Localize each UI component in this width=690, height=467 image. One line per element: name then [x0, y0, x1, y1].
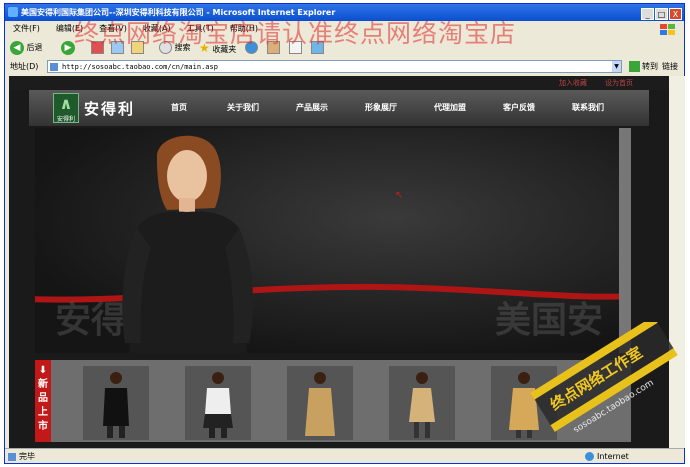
new-label-char-1: 新	[38, 379, 48, 390]
status-bar: 完毕 Internet	[5, 448, 684, 465]
hero-banner: 安得利集团 美国安 ↖	[35, 128, 631, 353]
brand-name: 安得利	[84, 100, 136, 118]
product-thumb[interactable]	[287, 366, 353, 440]
back-arrow-icon: ◀	[10, 40, 24, 55]
address-input[interactable]: http://sosoabc.taobao.com/cn/main.asp	[47, 60, 622, 73]
set-homepage-link[interactable]: 设为首页	[605, 78, 633, 88]
logo-mark-icon: ∧	[59, 94, 73, 113]
new-label-char-2: 品	[38, 393, 48, 404]
product-model-image	[203, 372, 233, 438]
product-thumb[interactable]	[389, 366, 455, 440]
address-label: 地址(D)	[10, 62, 39, 71]
forward-button[interactable]: ▶	[61, 40, 75, 56]
site-logo[interactable]: ∧ 安得利	[53, 93, 79, 123]
banner-side-strip	[619, 128, 631, 353]
windows-logo-icon	[660, 24, 675, 35]
back-button[interactable]: ◀ 后退	[10, 40, 43, 56]
zone-label: Internet	[597, 452, 629, 461]
new-arrivals-label: ⬇ 新 品 上 市	[35, 360, 51, 442]
site-top-strip: 加入收藏 设为首页	[9, 76, 669, 90]
go-label: 转到	[642, 62, 658, 71]
studio-stamp: 终点网络工作室 sosoabc.taobao.com	[530, 322, 678, 432]
status-text: 完毕	[19, 452, 35, 461]
page-done-icon	[8, 453, 16, 461]
ie-icon	[8, 7, 18, 17]
go-arrow-icon	[629, 61, 640, 72]
nav-showroom[interactable]: 形象展厅	[365, 102, 397, 113]
forward-arrow-icon: ▶	[61, 40, 75, 55]
product-thumb[interactable]	[83, 366, 149, 440]
product-model-image	[103, 372, 129, 438]
site-header: ∧ 安得利 安得利 首页 关于我们 产品展示 形象展厅 代理加盟 客户反馈 联系…	[29, 90, 649, 126]
page-icon	[50, 63, 58, 71]
maximize-button[interactable]: □	[655, 8, 668, 20]
nav-feedback[interactable]: 客户反馈	[503, 102, 535, 113]
address-url: http://sosoabc.taobao.com/cn/main.asp	[62, 63, 218, 71]
menu-file[interactable]: 文件(F)	[13, 24, 40, 33]
globe-icon	[585, 452, 594, 461]
logo-text: 安得利	[56, 116, 75, 123]
nav-home[interactable]: 首页	[171, 102, 187, 113]
close-button[interactable]: X	[669, 8, 682, 20]
nav-products[interactable]: 产品展示	[296, 102, 328, 113]
model-photo	[122, 135, 254, 353]
address-bar: 地址(D) http://sosoabc.taobao.com/cn/main.…	[5, 59, 684, 75]
overlay-watermark: 终点网络淘宝店请认准终点网络淘宝店	[74, 19, 517, 48]
back-label: 后退	[26, 43, 43, 52]
down-arrow-icon: ⬇	[38, 365, 48, 376]
links-button[interactable]: 链接	[662, 59, 678, 75]
minimize-button[interactable]: _	[641, 8, 654, 20]
nav-franchise[interactable]: 代理加盟	[434, 102, 466, 113]
nav-about[interactable]: 关于我们	[227, 102, 259, 113]
address-dropdown-icon[interactable]: ▼	[612, 61, 621, 72]
nav-contact[interactable]: 联系我们	[572, 102, 604, 113]
product-model-image	[305, 372, 335, 436]
new-label-char-3: 上	[38, 407, 48, 418]
security-zone: Internet	[585, 449, 629, 465]
product-model-image	[409, 372, 435, 438]
cursor-mark-icon: ↖	[395, 190, 404, 201]
go-button[interactable]: 转到	[629, 59, 658, 75]
product-thumb[interactable]	[185, 366, 251, 440]
add-favorite-link[interactable]: 加入收藏	[559, 78, 587, 88]
new-label-char-4: 市	[38, 421, 48, 432]
